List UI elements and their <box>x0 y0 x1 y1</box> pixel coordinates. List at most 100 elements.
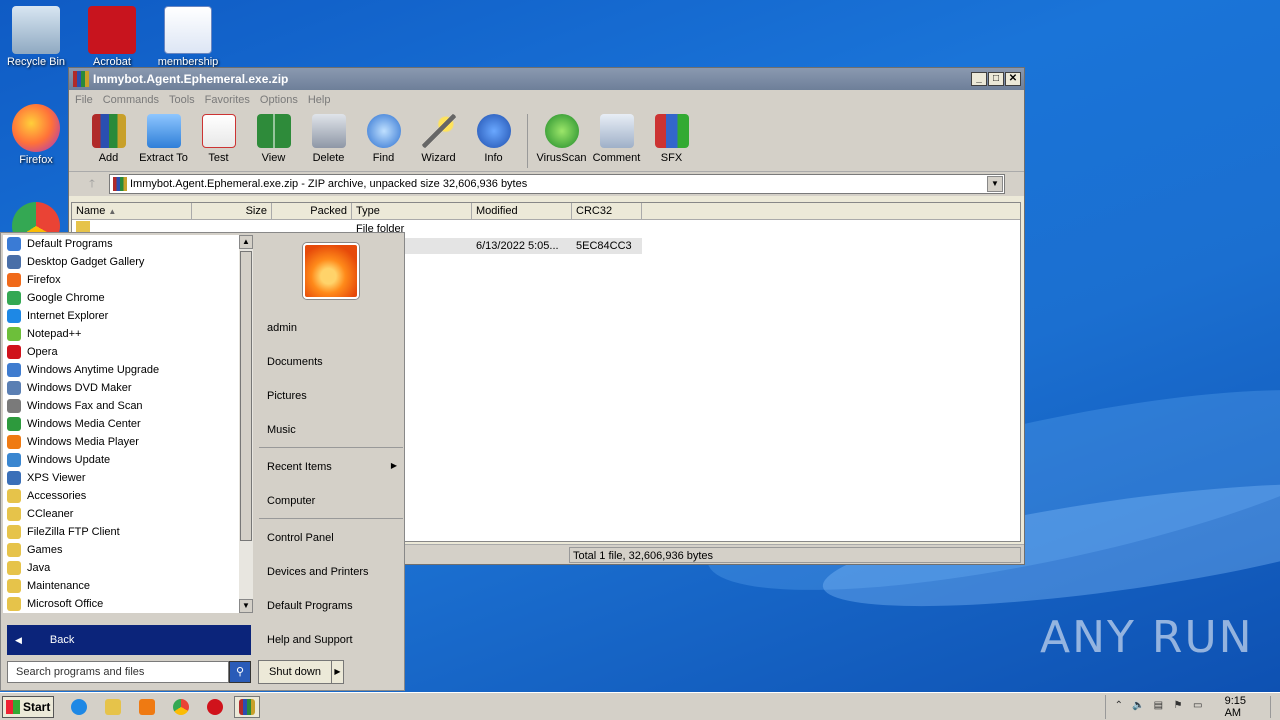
program-item[interactable]: Microsoft Office <box>3 595 239 613</box>
start-item-control-panel[interactable]: Control Panel <box>267 532 334 544</box>
program-item[interactable]: Windows Fax and Scan <box>3 397 239 415</box>
info-button[interactable]: Info <box>466 114 521 164</box>
start-item-computer[interactable]: Computer <box>267 495 315 507</box>
program-list-scrollbar[interactable]: ▲ ▼ <box>239 235 253 613</box>
program-item[interactable]: FileZilla FTP Client <box>3 523 239 541</box>
clock[interactable]: 9:15 AM <box>1225 695 1265 719</box>
menu-favorites[interactable]: Favorites <box>205 94 250 106</box>
maximize-button[interactable]: □ <box>988 72 1004 86</box>
program-item[interactable]: Windows Anytime Upgrade <box>3 361 239 379</box>
start-button[interactable]: Start <box>2 696 54 718</box>
start-item-pictures[interactable]: Pictures <box>267 390 307 402</box>
program-item[interactable]: Desktop Gadget Gallery <box>3 253 239 271</box>
program-label: Windows Media Player <box>27 436 139 448</box>
program-item[interactable]: Windows Update <box>3 451 239 469</box>
scroll-thumb[interactable] <box>240 251 252 541</box>
desktop-icon-membership[interactable]: membership <box>152 6 224 68</box>
column-crc32[interactable]: CRC32 <box>572 203 642 219</box>
start-item-recent-items[interactable]: Recent Items ▶ <box>267 461 397 473</box>
taskbar-chrome[interactable] <box>168 696 194 718</box>
menu-help[interactable]: Help <box>308 94 331 106</box>
comment-button[interactable]: Comment <box>589 114 644 164</box>
virusscan-button[interactable]: VirusScan <box>534 114 589 164</box>
desktop-icon-label: Recycle Bin <box>6 56 66 68</box>
menu-options[interactable]: Options <box>260 94 298 106</box>
chevron-down-icon[interactable]: ▼ <box>987 176 1003 192</box>
menu-file[interactable]: File <box>75 94 93 106</box>
scroll-up-icon[interactable]: ▲ <box>239 235 253 249</box>
program-item[interactable]: Internet Explorer <box>3 307 239 325</box>
program-item[interactable]: Default Programs <box>3 235 239 253</box>
chevron-right-icon[interactable]: ▶ <box>331 661 343 683</box>
program-item[interactable]: Notepad++ <box>3 325 239 343</box>
column-name[interactable]: Name ▲ <box>72 203 192 219</box>
search-input[interactable]: Search programs and files <box>7 661 229 683</box>
column-type[interactable]: Type <box>352 203 472 219</box>
start-item-default-programs[interactable]: Default Programs <box>267 600 353 612</box>
volume-icon[interactable]: 🔈 <box>1132 700 1146 714</box>
program-item[interactable]: Google Chrome <box>3 289 239 307</box>
view-button[interactable]: View <box>246 114 301 164</box>
back-button[interactable]: ◀ Back <box>7 625 251 655</box>
taskbar-opera[interactable] <box>202 696 228 718</box>
show-hidden-icons-icon[interactable]: ⌃ <box>1112 700 1126 714</box>
start-item-help-support[interactable]: Help and Support <box>267 634 353 646</box>
program-label: Notepad++ <box>27 328 82 340</box>
archive-path-field[interactable]: Immybot.Agent.Ephemeral.exe.zip - ZIP ar… <box>109 174 1005 194</box>
chevron-right-icon: ▶ <box>390 461 397 470</box>
program-icon <box>7 507 21 521</box>
program-item[interactable]: Firefox <box>3 271 239 289</box>
scroll-down-icon[interactable]: ▼ <box>239 599 253 613</box>
row-crc: 5EC84CC3 <box>576 240 632 252</box>
shutdown-button[interactable]: Shut down ▶ <box>258 660 344 684</box>
program-icon <box>7 561 21 575</box>
program-label: Opera <box>27 346 58 358</box>
program-label: Microsoft Office <box>27 598 104 610</box>
program-item[interactable]: XPS Viewer <box>3 469 239 487</box>
program-item[interactable]: CCleaner <box>3 505 239 523</box>
extract-to-button[interactable]: Extract To <box>136 114 191 164</box>
start-label: Start <box>23 700 51 714</box>
start-item-music[interactable]: Music <box>267 424 296 436</box>
wizard-button[interactable]: Wizard <box>411 114 466 164</box>
taskbar-explorer[interactable] <box>100 696 126 718</box>
flag-icon[interactable]: ⚑ <box>1171 700 1185 714</box>
user-avatar[interactable] <box>303 243 359 299</box>
find-button[interactable]: Find <box>356 114 411 164</box>
program-item[interactable]: Games <box>3 541 239 559</box>
show-desktop-button[interactable] <box>1270 696 1280 718</box>
test-button[interactable]: Test <box>191 114 246 164</box>
title-bar[interactable]: Immybot.Agent.Ephemeral.exe.zip _ □ ✕ <box>69 68 1024 90</box>
start-item-admin[interactable]: admin <box>267 322 297 334</box>
start-item-devices-printers[interactable]: Devices and Printers <box>267 566 369 578</box>
minimize-button[interactable]: _ <box>971 72 987 86</box>
menu-tools[interactable]: Tools <box>169 94 195 106</box>
search-icon[interactable]: ⚲ <box>229 661 251 683</box>
program-item[interactable]: Windows DVD Maker <box>3 379 239 397</box>
program-item[interactable]: Opera <box>3 343 239 361</box>
add-button[interactable]: Add <box>81 114 136 164</box>
delete-button[interactable]: Delete <box>301 114 356 164</box>
toolbar-label: Extract To <box>139 152 188 164</box>
column-packed[interactable]: Packed <box>272 203 352 219</box>
program-item[interactable]: Windows Media Center <box>3 415 239 433</box>
column-size[interactable]: Size <box>192 203 272 219</box>
menu-commands[interactable]: Commands <box>103 94 159 106</box>
program-item[interactable]: Windows Media Player <box>3 433 239 451</box>
program-item[interactable]: Accessories <box>3 487 239 505</box>
taskbar-ie[interactable] <box>66 696 92 718</box>
close-button[interactable]: ✕ <box>1005 72 1021 86</box>
monitor-icon[interactable]: ▭ <box>1191 700 1205 714</box>
desktop-icon-firefox[interactable]: Firefox <box>0 104 72 166</box>
sfx-button[interactable]: SFX <box>644 114 699 164</box>
up-folder-button[interactable]: 🡑 <box>75 175 109 194</box>
network-icon[interactable]: ▤ <box>1151 700 1165 714</box>
program-item[interactable]: Java <box>3 559 239 577</box>
desktop-icon-recycle-bin[interactable]: Recycle Bin <box>0 6 72 68</box>
start-item-documents[interactable]: Documents <box>267 356 323 368</box>
program-item[interactable]: Maintenance <box>3 577 239 595</box>
taskbar-media-player[interactable] <box>134 696 160 718</box>
desktop-icon-acrobat[interactable]: Acrobat <box>76 6 148 68</box>
column-modified[interactable]: Modified <box>472 203 572 219</box>
taskbar-winrar[interactable] <box>234 696 260 718</box>
